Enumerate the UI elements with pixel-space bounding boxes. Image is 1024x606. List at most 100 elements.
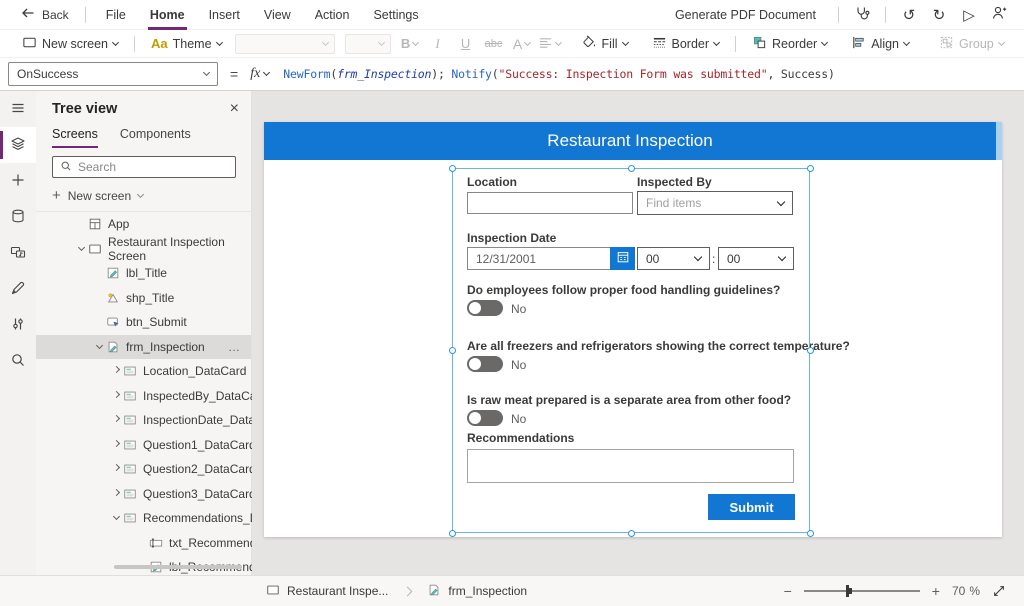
tree-item-Location_DataCard[interactable]: Location_DataCard xyxy=(36,359,251,384)
back-button[interactable]: Back xyxy=(12,5,77,24)
new-screen-button[interactable]: New screen xyxy=(14,30,126,58)
chevron-right-icon[interactable] xyxy=(112,391,119,398)
tree-item-Question3_DataCard[interactable]: Question3_DataCard xyxy=(36,482,251,507)
property-select[interactable]: OnSuccess xyxy=(8,62,218,86)
horizontal-scrollbar[interactable] xyxy=(114,565,242,569)
selection-handle-bottom-mid[interactable] xyxy=(628,530,635,537)
bold-button[interactable]: B xyxy=(396,30,424,58)
rail-item-media[interactable] xyxy=(0,235,36,271)
date-input[interactable]: 12/31/2001 xyxy=(467,247,610,270)
rail-item-data[interactable] xyxy=(0,199,36,235)
tree-item-frm_Inspection[interactable]: frm_Inspection… xyxy=(36,335,251,360)
canvas-area[interactable]: Restaurant Inspection Location Inspected… xyxy=(252,91,1024,575)
submit-button[interactable]: Submit xyxy=(708,494,795,520)
tree-item-App[interactable]: App xyxy=(36,212,251,237)
selection-handle-mid-right[interactable] xyxy=(807,347,814,354)
minute-select[interactable]: 00 xyxy=(718,247,794,270)
theme-button[interactable]: Aa Theme xyxy=(143,30,230,58)
font-family-select[interactable] xyxy=(235,34,335,54)
font-size-select[interactable] xyxy=(345,34,391,54)
screen-title-bar[interactable]: Restaurant Inspection xyxy=(264,122,996,160)
selection-handle-top-right[interactable] xyxy=(807,165,814,172)
fit-to-window-button[interactable] xyxy=(992,584,1006,598)
selection-handle-bottom-left[interactable] xyxy=(449,530,456,537)
tree-item-Question1_DataCard[interactable]: Question1_DataCard xyxy=(36,433,251,458)
rail-item-menu[interactable] xyxy=(0,91,36,127)
tree-item-Restaurant Inspection Screen[interactable]: Restaurant Inspection Screen xyxy=(36,237,251,262)
zoom-slider-handle[interactable] xyxy=(846,585,849,597)
zoom-slider[interactable] xyxy=(804,584,920,598)
selection-handle-top-left[interactable] xyxy=(449,165,456,172)
tree-item-btn_Submit[interactable]: btn_Submit xyxy=(36,310,251,335)
tree-item-lbl_Title[interactable]: lbl_Title xyxy=(36,261,251,286)
inspected-by-combobox[interactable]: Find items xyxy=(637,191,793,215)
question2-toggle[interactable] xyxy=(467,356,503,372)
tree-item-InspectionDate_DataCard[interactable]: InspectionDate_DataCard xyxy=(36,408,251,433)
tab-screens[interactable]: Screens xyxy=(52,127,98,148)
location-input[interactable] xyxy=(467,192,633,214)
menu-item-settings[interactable]: Settings xyxy=(361,0,430,30)
generate-pdf-button[interactable]: Generate PDF Document xyxy=(661,8,830,22)
rail-item-tree-view[interactable] xyxy=(0,127,36,163)
align-button[interactable]: Align xyxy=(843,30,917,58)
reorder-button[interactable]: Reorder xyxy=(744,30,835,58)
new-screen-tree-button[interactable]: + New screen xyxy=(52,187,235,204)
more-options-icon[interactable]: … xyxy=(228,340,241,354)
zoom-in-button[interactable]: + xyxy=(932,583,940,599)
undo-button[interactable]: ↺ xyxy=(894,0,924,30)
tree-item-Recommendations_DataCard[interactable]: Recommendations_DataCard xyxy=(36,506,251,531)
play-preview-button[interactable]: ▷ xyxy=(954,0,984,30)
menu-item-action[interactable]: Action xyxy=(303,0,362,30)
breadcrumb-form[interactable]: frm_Inspection xyxy=(427,583,527,600)
font-color-button[interactable]: A xyxy=(508,30,536,58)
formula-input[interactable]: NewForm(frm_Inspection); Notify("Success… xyxy=(283,67,834,81)
zoom-level: 70% xyxy=(952,584,980,598)
text-align-button[interactable] xyxy=(536,30,564,58)
tree-item-InspectedBy_DataCard[interactable]: InspectedBy_DataCard xyxy=(36,384,251,409)
menu-item-home[interactable]: Home xyxy=(138,0,197,30)
chevron-down-icon[interactable] xyxy=(77,244,84,251)
chevron-right-icon[interactable] xyxy=(112,464,119,471)
selection-handle-mid-left[interactable] xyxy=(449,347,456,354)
italic-button[interactable]: I xyxy=(424,30,452,58)
rail-item-power-automate[interactable] xyxy=(0,271,36,307)
close-icon[interactable]: × xyxy=(230,101,239,117)
app-checker-button[interactable] xyxy=(847,0,877,30)
border-button[interactable]: Border xyxy=(644,30,728,58)
share-user-button[interactable] xyxy=(984,0,1014,30)
menu-item-insert[interactable]: Insert xyxy=(197,0,252,30)
chevron-right-icon[interactable] xyxy=(112,366,119,373)
question1-toggle[interactable] xyxy=(467,300,503,316)
tree-item-txt_Recommendations[interactable]: txt_Recommendations xyxy=(36,531,251,556)
menu-item-file[interactable]: File xyxy=(94,0,138,30)
selection-handle-bottom-right[interactable] xyxy=(807,530,814,537)
zoom-out-button[interactable]: − xyxy=(784,583,792,599)
app-screen[interactable]: Restaurant Inspection Location Inspected… xyxy=(264,122,1002,537)
search-input[interactable]: Search xyxy=(52,156,236,178)
recommendations-textarea[interactable] xyxy=(467,449,794,483)
strikethrough-button[interactable]: abc xyxy=(480,30,508,58)
breadcrumb-screen[interactable]: Restaurant Inspe... xyxy=(266,583,388,600)
date-picker-button[interactable] xyxy=(610,247,635,270)
chevron-down-icon xyxy=(694,253,702,261)
rail-item-insert[interactable] xyxy=(0,163,36,199)
chevron-right-icon[interactable] xyxy=(112,415,119,422)
chevron-right-icon[interactable] xyxy=(112,489,119,496)
chevron-down-icon[interactable] xyxy=(112,513,119,520)
rail-item-advanced-tools[interactable] xyxy=(0,307,36,343)
tree-item-shp_Title[interactable]: shp_Title xyxy=(36,286,251,311)
hour-select[interactable]: 00 xyxy=(637,247,710,270)
menu-item-view[interactable]: View xyxy=(252,0,303,30)
group-button[interactable]: Group xyxy=(931,30,1012,58)
redo-button[interactable]: ↻ xyxy=(924,0,954,30)
chevron-right-icon[interactable] xyxy=(112,440,119,447)
question3-toggle[interactable] xyxy=(467,410,503,426)
rail-item-search[interactable] xyxy=(0,343,36,379)
tree-item-Question2_DataCard[interactable]: Question2_DataCard xyxy=(36,457,251,482)
tab-components[interactable]: Components xyxy=(120,127,191,148)
chevron-down-icon[interactable] xyxy=(95,342,102,349)
fx-button[interactable]: fx xyxy=(250,66,269,82)
selection-handle-top-mid[interactable] xyxy=(628,165,635,172)
underline-button[interactable]: U xyxy=(452,30,480,58)
fill-button[interactable]: Fill xyxy=(574,30,636,58)
